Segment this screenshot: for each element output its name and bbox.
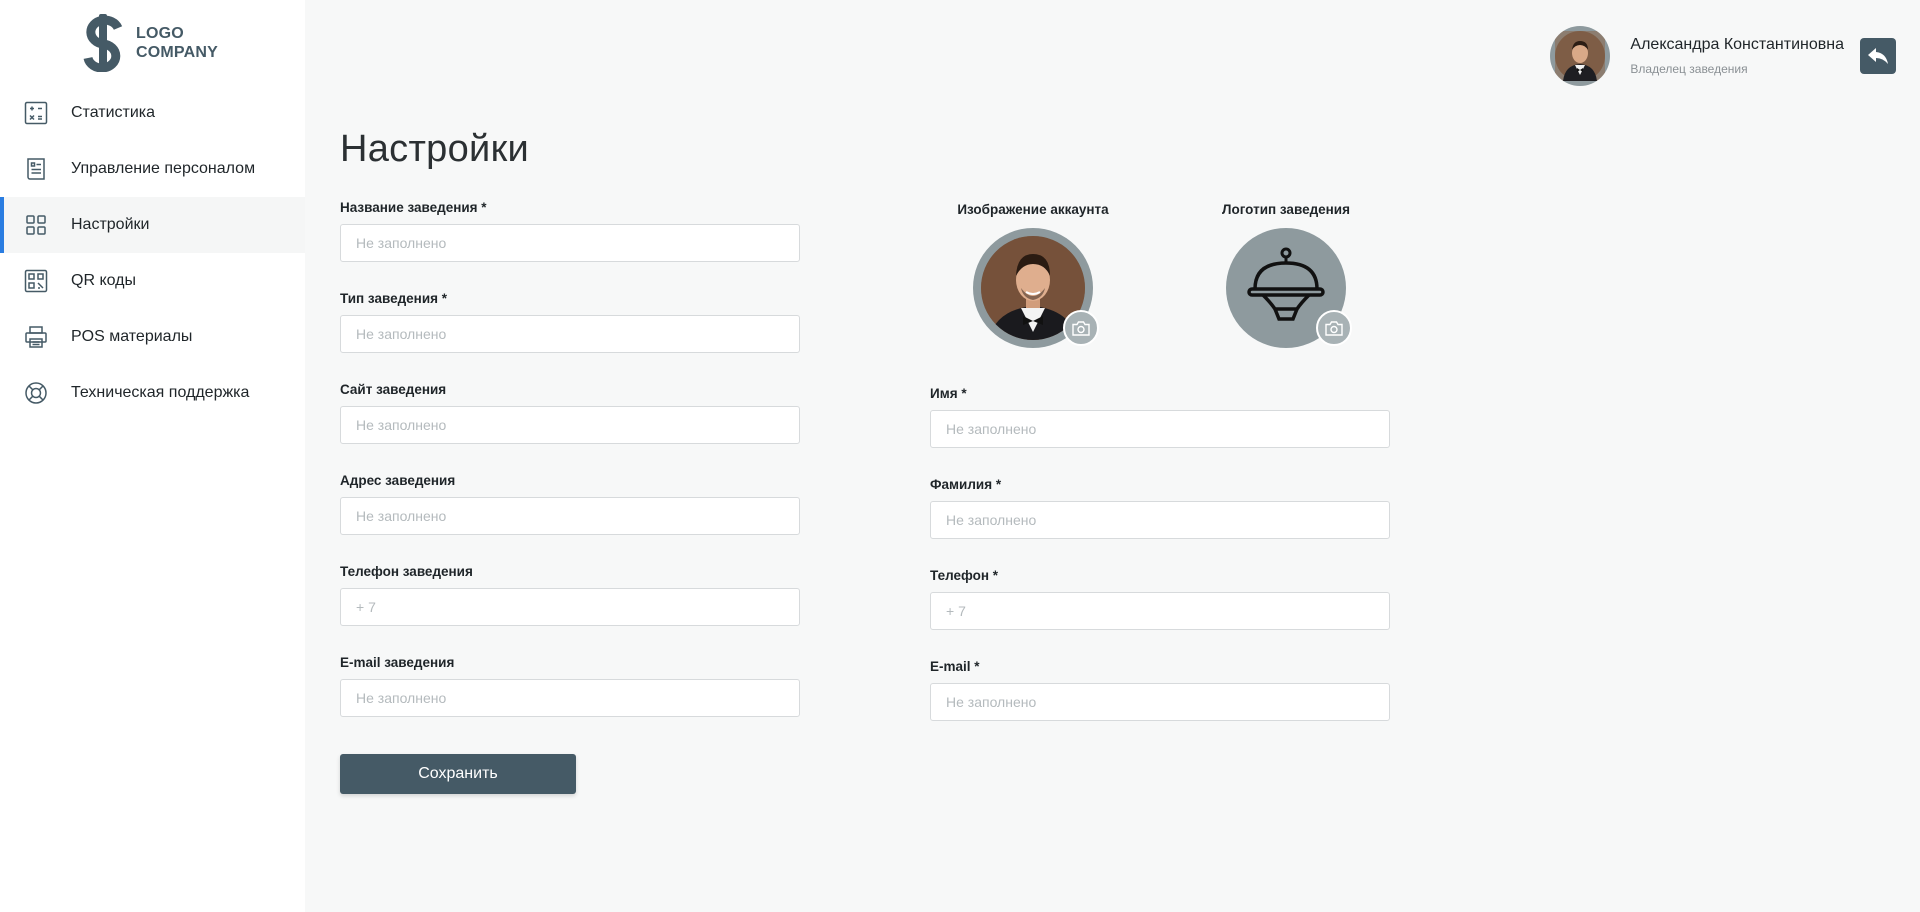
venue-logo-image[interactable]	[1226, 228, 1352, 348]
field-label: Телефон заведения	[340, 564, 473, 579]
sidebar-item-staff[interactable]: Управление персоналом	[0, 141, 305, 197]
sidebar-nav: Статистика Управление персоналом Настрой…	[0, 85, 305, 421]
field-label: Название заведения *	[340, 200, 487, 215]
logo-line-2: COMPANY	[136, 44, 218, 61]
logo-text: LOGO COMPANY	[136, 24, 218, 62]
venue-type-input[interactable]	[340, 315, 800, 353]
venue-name-field: Название заведения *	[340, 200, 800, 262]
venue-address-input[interactable]	[340, 497, 800, 535]
sidebar-item-support[interactable]: Техническая поддержка	[0, 365, 305, 421]
field-label: E-mail *	[930, 659, 980, 674]
venue-site-field: Сайт заведения	[340, 382, 800, 444]
logo-line-1: LOGO	[136, 25, 184, 42]
sidebar-item-statistics[interactable]: Статистика	[0, 85, 305, 141]
user-profile[interactable]: Александра Константиновна Владелец завед…	[1550, 26, 1844, 86]
last-name-field: Фамилия *	[930, 477, 1390, 539]
field-label: Телефон *	[930, 568, 999, 583]
sidebar-item-label: Настройки	[71, 216, 150, 233]
email-field: E-mail *	[930, 659, 1390, 721]
camera-icon	[1325, 320, 1343, 336]
venue-name-input[interactable]	[340, 224, 800, 262]
change-avatar-button[interactable]	[1063, 310, 1099, 346]
page-title: Настройки	[340, 128, 530, 170]
grid-icon	[24, 213, 48, 237]
user-info: Александра Константиновна Владелец завед…	[1630, 36, 1844, 76]
account-image-upload: Изображение аккаунта	[943, 202, 1123, 348]
phone-input[interactable]	[930, 592, 1390, 630]
avatar	[1550, 26, 1611, 86]
phone-field: Телефон *	[930, 568, 1390, 630]
field-label: Тип заведения *	[340, 291, 448, 306]
venue-address-field: Адрес заведения	[340, 473, 800, 535]
venue-logo-upload: Логотип заведения	[1196, 202, 1376, 348]
account-image[interactable]	[973, 228, 1099, 348]
last-name-input[interactable]	[930, 501, 1390, 539]
field-label: Адрес заведения	[340, 473, 456, 488]
first-name-input[interactable]	[930, 410, 1390, 448]
document-list-icon	[24, 157, 48, 181]
venue-logo-label: Логотип заведения	[1222, 202, 1350, 217]
main-content: Александра Константиновна Владелец завед…	[305, 0, 1920, 912]
venue-email-field: E-mail заведения	[340, 655, 800, 717]
save-button[interactable]: Сохранить	[340, 754, 576, 794]
sidebar-item-label: Статистика	[71, 104, 156, 121]
venue-phone-input[interactable]	[340, 588, 800, 626]
reply-arrow-icon	[1868, 48, 1888, 64]
company-logo[interactable]: LOGO COMPANY	[78, 14, 218, 72]
field-label: Фамилия *	[930, 477, 1002, 492]
user-role: Владелец заведения	[1630, 62, 1748, 76]
user-photo-icon	[1555, 31, 1606, 81]
sidebar-item-settings[interactable]: Настройки	[0, 197, 305, 253]
lifebuoy-icon	[24, 381, 48, 405]
venue-phone-field: Телефон заведения	[340, 564, 800, 626]
field-label: E-mail заведения	[340, 655, 455, 670]
calculator-icon	[24, 101, 48, 125]
back-button[interactable]	[1860, 38, 1896, 74]
sidebar-item-label: POS материалы	[71, 328, 193, 345]
user-name: Александра Константиновна	[1630, 36, 1844, 53]
email-input[interactable]	[930, 683, 1390, 721]
sidebar-item-label: Управление персоналом	[71, 160, 256, 177]
qr-code-icon	[24, 269, 48, 293]
first-name-field: Имя *	[930, 386, 1390, 448]
field-label: Сайт заведения	[340, 382, 447, 397]
printer-icon	[24, 325, 48, 349]
sidebar-item-label: QR коды	[71, 272, 137, 289]
sidebar: LOGO COMPANY Статистика Управление персо…	[0, 0, 305, 912]
sidebar-item-qr-codes[interactable]: QR коды	[0, 253, 305, 309]
field-label: Имя *	[930, 386, 967, 401]
venue-email-input[interactable]	[340, 679, 800, 717]
account-image-label: Изображение аккаунта	[957, 202, 1109, 217]
change-logo-button[interactable]	[1316, 310, 1352, 346]
venue-site-input[interactable]	[340, 406, 800, 444]
logo-mark-icon	[83, 14, 123, 72]
sidebar-item-pos-materials[interactable]: POS материалы	[0, 309, 305, 365]
sidebar-item-label: Техническая поддержка	[71, 384, 250, 401]
venue-type-field: Тип заведения *	[340, 291, 800, 353]
camera-icon	[1072, 320, 1090, 336]
